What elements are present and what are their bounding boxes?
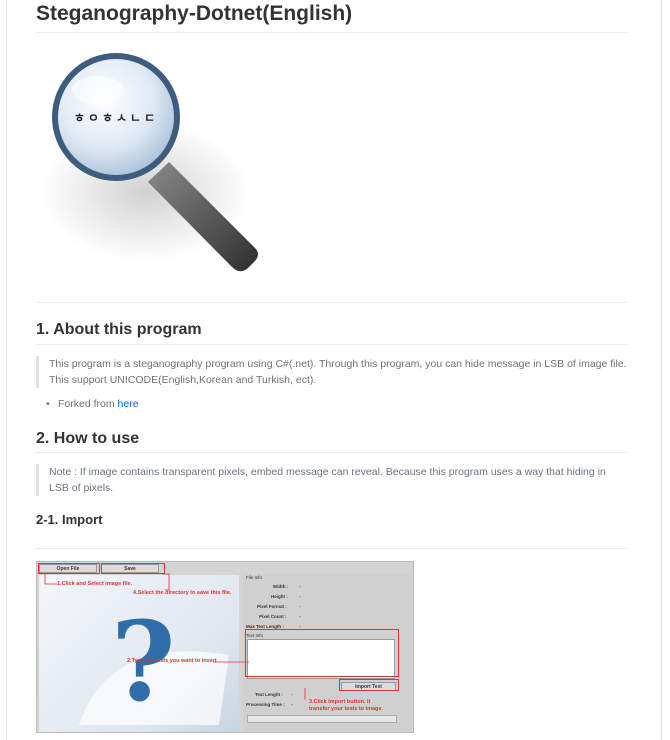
annotation-step-2: 2.Type the texts you want to insert bbox=[127, 658, 217, 664]
annotation-box bbox=[245, 629, 399, 677]
annotation-step-3a: 3.Click Import button. It bbox=[309, 699, 371, 705]
divider bbox=[36, 548, 627, 549]
annotation-step-3b: transfer your texts to image. bbox=[309, 706, 383, 712]
forked-link[interactable]: here bbox=[118, 398, 139, 410]
bullet-text: Forked from bbox=[58, 398, 118, 410]
annotation-step-4: 4.Select the directory to save this file… bbox=[133, 590, 232, 596]
logo-text: ㅎㅇㅎㅅㄴㄷ bbox=[74, 111, 158, 125]
divider bbox=[36, 302, 627, 303]
divider bbox=[36, 452, 627, 453]
divider bbox=[36, 344, 627, 345]
page-title: Steganography-Dotnet(English) bbox=[36, 2, 353, 25]
list-item: Forked from here bbox=[46, 398, 139, 410]
divider bbox=[36, 32, 627, 33]
section-heading-how-to-use: 2. How to use bbox=[36, 430, 140, 447]
about-description: This program is a steganography program … bbox=[36, 356, 627, 388]
section-heading-about: 1. About this program bbox=[36, 321, 202, 338]
import-screenshot: Open File Save ? File Info Width : - Hei… bbox=[36, 561, 414, 733]
section-heading-import: 2-1. Import bbox=[36, 512, 103, 527]
annotation-step-1: 1.Click and Select image file. bbox=[57, 581, 133, 587]
annotation-box bbox=[339, 679, 399, 691]
note-text: Note : If image contains transparent pix… bbox=[36, 464, 627, 496]
magnifier-logo-icon: ㅎㅇㅎㅅㄴㄷ bbox=[41, 53, 258, 272]
